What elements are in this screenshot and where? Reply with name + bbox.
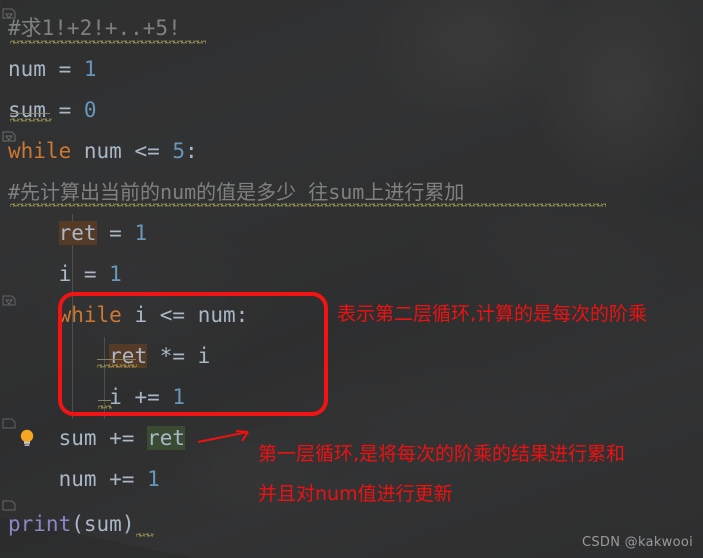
add-assign-operator: += bbox=[96, 426, 148, 450]
literal-zero: 0 bbox=[83, 98, 97, 122]
code-text-area[interactable]: #求1!+2!+..+5! num = 1 sum = 0 while num … bbox=[0, 0, 703, 558]
variable-sum: sum bbox=[83, 512, 122, 536]
add-assign-operator: += bbox=[96, 467, 148, 491]
literal-one: 1 bbox=[134, 221, 148, 245]
literal-one: 1 bbox=[147, 467, 160, 491]
code-line-2[interactable]: num = 1 bbox=[8, 49, 97, 90]
variable-num: num bbox=[58, 467, 97, 491]
identifier-underline bbox=[10, 113, 50, 114]
code-line-12[interactable]: num += 1 bbox=[8, 459, 160, 500]
code-line-7[interactable]: i = 1 bbox=[8, 254, 122, 295]
code-line-11[interactable]: sum += ret bbox=[8, 418, 186, 459]
csdn-watermark: CSDN @kakwooi bbox=[581, 535, 693, 550]
literal-one: 1 bbox=[172, 385, 186, 409]
code-line-13[interactable]: print(sum) bbox=[8, 504, 134, 545]
variable-num: num bbox=[8, 57, 46, 81]
spellcheck-squiggle bbox=[10, 40, 206, 44]
variable-i: i bbox=[134, 303, 148, 327]
keyword-while: while bbox=[8, 139, 72, 163]
identifier-underline bbox=[98, 400, 111, 401]
code-line-10[interactable]: i += 1 bbox=[8, 377, 185, 418]
literal-five: 5 bbox=[172, 139, 186, 163]
close-paren: ) bbox=[121, 512, 135, 536]
le-operator: <= bbox=[121, 139, 173, 163]
code-line-3[interactable]: sum = 0 bbox=[8, 90, 97, 131]
spellcheck-squiggle bbox=[10, 118, 52, 122]
literal-one: 1 bbox=[83, 57, 97, 81]
identifier-underline bbox=[97, 359, 136, 360]
spellcheck-squiggle bbox=[98, 405, 112, 409]
code-line-4[interactable]: while num <= 5: bbox=[8, 131, 198, 172]
spellcheck-squiggle bbox=[10, 203, 606, 207]
keyword-while: while bbox=[58, 303, 122, 327]
variable-sum: sum bbox=[58, 426, 97, 450]
code-line-6[interactable]: ret = 1 bbox=[8, 213, 147, 254]
ide-editor-screenshot: #求1!+2!+..+5! num = 1 sum = 0 while num … bbox=[0, 0, 703, 558]
colon-token: : bbox=[235, 303, 249, 327]
code-line-9[interactable]: ret *= i bbox=[8, 336, 210, 377]
variable-num: num bbox=[83, 139, 122, 163]
open-paren: ( bbox=[71, 512, 84, 536]
colon-token: : bbox=[185, 139, 198, 163]
spellcheck-squiggle bbox=[136, 533, 154, 537]
assign-operator: = bbox=[71, 262, 110, 286]
function-print: print bbox=[8, 512, 72, 536]
literal-one: 1 bbox=[109, 262, 122, 286]
comment-token: #求1!+2!+..+5! bbox=[8, 16, 181, 40]
variable-ret: ret bbox=[58, 221, 97, 245]
spellcheck-squiggle bbox=[97, 364, 137, 368]
variable-i: i bbox=[197, 344, 211, 368]
assign-operator: = bbox=[45, 57, 84, 81]
comment-token: #先计算出当前的num的值是多少 往sum上进行累加 bbox=[8, 180, 465, 204]
variable-i: i bbox=[58, 262, 72, 286]
variable-num: num bbox=[197, 303, 236, 327]
le-operator: <= bbox=[147, 303, 198, 327]
variable-ret: ret bbox=[147, 426, 186, 450]
mul-assign-operator: *= bbox=[147, 344, 198, 368]
code-line-8[interactable]: while i <= num: bbox=[8, 295, 249, 336]
add-assign-operator: += bbox=[121, 385, 173, 409]
assign-operator: = bbox=[96, 221, 135, 245]
